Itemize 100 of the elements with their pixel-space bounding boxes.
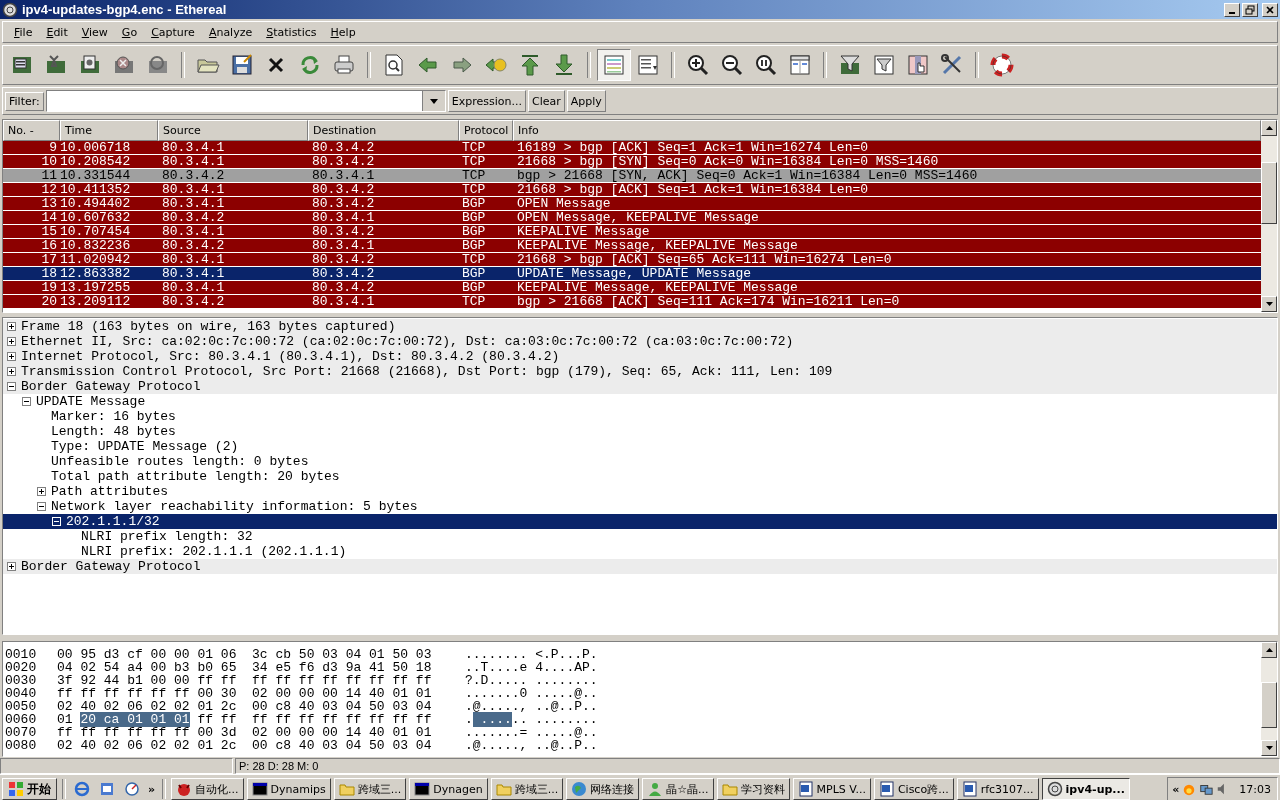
- expander-icon[interactable]: [7, 562, 16, 571]
- ascii-text: ....: [472, 712, 512, 727]
- table-cell-text: 10.411352: [59, 183, 132, 196]
- tree-item[interactable]: Border Gateway Protocol: [21, 559, 201, 574]
- scrollbar[interactable]: [1261, 642, 1277, 756]
- menu-item[interactable]: Capture: [144, 25, 202, 39]
- packet-row[interactable]: 19 13.197255 80.3.4.1 80.3.4.2 BGP KEEPALIVE Message, KEEPALIVE Message: [3, 281, 1261, 295]
- tree-item[interactable]: NLRI prefix length: 32: [81, 529, 253, 544]
- packet-row[interactable]: 9 10.006718 80.3.4.1 80.3.4.2 TCP 16189 > bgp [ACK] Seq=1 Ack=1 Win=16274 Len=0: [3, 141, 1261, 155]
- tree-item[interactable]: NLRI prefix: 202.1.1.1 (202.1.1.1): [81, 544, 347, 559]
- restore-button[interactable]: [1242, 2, 1258, 17]
- filter-button[interactable]: Clear: [527, 90, 565, 112]
- tree-item[interactable]: Length: 48 bytes: [51, 424, 176, 439]
- table-cell-text: BGP: [461, 197, 487, 210]
- filter-button[interactable]: Expression...: [447, 90, 526, 112]
- tree-item[interactable]: 202.1.1.1/32: [66, 514, 160, 529]
- table-cell-text: 80.3.4.2: [311, 141, 376, 154]
- menu-item[interactable]: File: [7, 25, 40, 39]
- taskbar-button[interactable]: Dynagen: [409, 778, 488, 800]
- taskbar-button[interactable]: rfc3107...: [956, 778, 1039, 800]
- tree-item[interactable]: Path attributes: [51, 484, 169, 499]
- tools-icon: [940, 53, 964, 77]
- menu-item[interactable]: Edit: [39, 25, 75, 39]
- folder-icon: [338, 781, 355, 797]
- packet-row[interactable]: 15 10.707454 80.3.4.1 80.3.4.2 BGP KEEPALIVE Message: [3, 225, 1261, 239]
- restore-icon: [1245, 4, 1255, 15]
- hex-bytes: ff ff ff ff ff ff ff ff ff ff: [196, 712, 432, 727]
- menu-item[interactable]: Go: [114, 25, 145, 39]
- taskbar-button[interactable]: 学习资料: [716, 778, 790, 800]
- table-cell-text: OPEN Message, KEEPALIVE Message: [516, 211, 760, 224]
- column-header[interactable]: No. -: [3, 120, 60, 141]
- tree-item[interactable]: UPDATE Message: [36, 394, 146, 409]
- table-cell-text: 10.607632: [59, 211, 132, 224]
- taskbar-button[interactable]: 跨域三...: [333, 778, 407, 800]
- expander-icon[interactable]: [37, 502, 46, 511]
- expander-icon[interactable]: [7, 337, 16, 346]
- list-scroll-icon: [636, 53, 660, 77]
- taskbar-button[interactable]: 网络连接: [566, 778, 640, 800]
- tree-item[interactable]: Type: UPDATE Message (2): [51, 439, 239, 454]
- column-header[interactable]: Destination: [308, 120, 459, 141]
- hex-bytes: 00 95 d3 cf 00 00 01 06 3c cb 50 03 04 01 50 03: [57, 647, 432, 662]
- table-cell-text: 11: [40, 169, 58, 182]
- expander-icon[interactable]: [7, 382, 16, 391]
- menu-item[interactable]: Help: [323, 25, 363, 39]
- scrollbar[interactable]: [1261, 120, 1277, 312]
- packet-row[interactable]: 10 10.208542 80.3.4.1 80.3.4.2 TCP 21668 > bgp [SYN] Seq=0 Ack=0 Win=16384 Len=0 MSS=1460: [3, 155, 1261, 169]
- packet-row[interactable]: 20 13.209112 80.3.4.2 80.3.4.1 TCP bgp > 21668 [ACK] Seq=111 Ack=174 Win=16211 Len=0: [3, 295, 1261, 309]
- mail-icon[interactable]: [99, 781, 115, 797]
- tree-item[interactable]: Marker: 16 bytes: [51, 409, 176, 424]
- column-header[interactable]: Source: [158, 120, 308, 141]
- menu-item[interactable]: View: [74, 25, 115, 39]
- tray-toggle[interactable]: «: [1172, 782, 1180, 796]
- taskbar-button[interactable]: 自动化...: [171, 778, 244, 800]
- taskbar-button[interactable]: 跨域三...: [490, 778, 564, 800]
- close-button[interactable]: [1262, 2, 1278, 17]
- expander-icon[interactable]: [37, 487, 46, 496]
- menu-item[interactable]: Statistics: [259, 25, 324, 39]
- gauge-icon[interactable]: [124, 781, 140, 797]
- lifebuoy-icon: [990, 53, 1014, 77]
- taskbar-button[interactable]: ipv4-up...: [1041, 778, 1130, 800]
- scroll-down-icon: [1265, 746, 1273, 750]
- expander-icon[interactable]: [22, 397, 31, 406]
- table-cell-text: 13.209112: [59, 295, 132, 308]
- expander-icon[interactable]: [7, 352, 16, 361]
- hex-offset: 0030: [4, 674, 38, 687]
- network-icon[interactable]: [1199, 782, 1214, 796]
- browser-icon[interactable]: [74, 781, 90, 797]
- colored-list-button[interactable]: [597, 49, 631, 81]
- more-button[interactable]: »: [146, 782, 158, 796]
- taskbar-button[interactable]: 晶☆晶...: [642, 778, 714, 800]
- packet-row[interactable]: 11 10.331544 80.3.4.2 80.3.4.1 TCP bgp > 21668 [SYN, ACK] Seq=0 Ack=1 Win=16384 Len=0 MSS=1460: [3, 169, 1261, 183]
- ascii-text: .@....., ..@..P..: [465, 738, 598, 753]
- taskbar-button[interactable]: Dynamips: [246, 778, 331, 800]
- menu-item[interactable]: Analyze: [201, 25, 260, 39]
- expander-icon[interactable]: [7, 322, 16, 331]
- packet-row[interactable]: 12 10.411352 80.3.4.1 80.3.4.2 TCP 21668 > bgp [ACK] Seq=1 Ack=1 Win=16384 Len=0: [3, 183, 1261, 197]
- tree-item[interactable]: Unfeasible routes length: 0 bytes: [51, 454, 309, 469]
- filter-field[interactable]: [45, 90, 446, 112]
- tree-item[interactable]: Total path attribute length: 20 bytes: [51, 469, 340, 484]
- taskbar-button[interactable]: MPLS V...: [792, 778, 871, 800]
- column-header[interactable]: Info: [513, 120, 1261, 141]
- packet-row[interactable]: 18 12.863382 80.3.4.1 80.3.4.2 BGP UPDATE Message, UPDATE Message: [3, 267, 1261, 281]
- hex-bytes: 04 02 54 a4 00 b3 b0 65 34 e5 f6 d3 9a 41 50 18: [57, 660, 432, 675]
- app-icon: [2, 1, 18, 18]
- packet-row[interactable]: 17 11.020942 80.3.4.1 80.3.4.2 TCP 21668 > bgp [ACK] Seq=65 Ack=111 Win=16274 Len=0: [3, 253, 1261, 267]
- packet-row[interactable]: 13 10.494402 80.3.4.1 80.3.4.2 BGP OPEN Message: [3, 197, 1261, 211]
- packet-row[interactable]: 14 10.607632 80.3.4.2 80.3.4.1 BGP OPEN Message, KEEPALIVE Message: [3, 211, 1261, 225]
- column-header[interactable]: Time: [60, 120, 158, 141]
- start-button[interactable]: 开始: [2, 778, 57, 800]
- column-header[interactable]: Protocol: [459, 120, 513, 141]
- taskbar-button[interactable]: Cisco跨...: [873, 778, 954, 800]
- tree-item[interactable]: Border Gateway Protocol: [21, 379, 201, 394]
- tree-item[interactable]: Network layer reachability information: 5 bytes: [51, 499, 418, 514]
- filter-button[interactable]: Apply: [566, 90, 606, 112]
- minimize-button[interactable]: [1224, 2, 1240, 17]
- expander-icon[interactable]: [7, 367, 16, 376]
- table-cell-text: 80.3.4.1: [311, 239, 376, 252]
- packet-row[interactable]: 16 10.832236 80.3.4.2 80.3.4.1 BGP KEEPALIVE Message, KEEPALIVE Message: [3, 239, 1261, 253]
- folder-icon: [495, 781, 512, 797]
- table-cell-text: KEEPALIVE Message, KEEPALIVE Message: [516, 281, 799, 294]
